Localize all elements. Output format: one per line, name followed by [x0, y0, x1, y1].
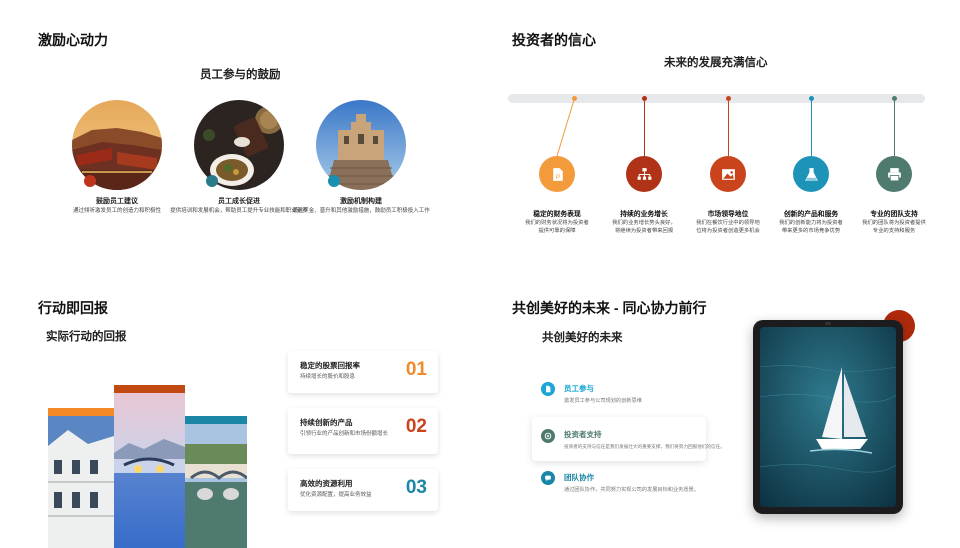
target-icon	[541, 429, 555, 443]
section-subtitle: 未来的发展充满信心	[664, 57, 768, 69]
future-section: 共创美好的未来 - 同心协力前行 共创美好的未来 员工参与 激发员工参与公司规划…	[480, 274, 960, 548]
card-desc: 持续增长的股价和股息	[300, 374, 356, 380]
building-image	[48, 416, 114, 548]
future-item: 员工参与 激发员工参与公司规划的创新思维	[532, 377, 692, 409]
svg-text:P: P	[555, 173, 559, 180]
section-subtitle: 实际行动的回报	[46, 331, 127, 343]
item-desc: 通过奖金、晋升和其他激励措施，鼓励员工积极投入工作	[292, 208, 430, 214]
accent-dot	[206, 175, 218, 187]
orange-bar	[48, 408, 114, 416]
timeline-stem	[728, 101, 729, 156]
milestone-desc: 我们在餐饮行业中的领导地位将为投资者创造更多机会	[696, 220, 760, 235]
section-subtitle: 共创美好的未来	[542, 332, 623, 344]
milestone-desc: 我们的业务增长势头良好，将继续为投资者带来回报	[612, 220, 676, 235]
bridge-sunset-image	[114, 393, 185, 548]
incentive-section: 激励心动力 员工参与的鼓励 鼓励员工建议 通过倾听激发员工的创造力和积极性 员工…	[0, 0, 480, 274]
milestone-title: 稳定的财务表现	[533, 211, 581, 218]
section-title: 共创美好的未来 - 同心协力前行	[512, 300, 707, 316]
milestone-title: 市场领导地位	[707, 211, 749, 218]
section-subtitle: 员工参与的鼓励	[200, 69, 281, 81]
future-item: 投资者支持 投资者的支持与信任是我们发展壮大的重要支撑，我们将努力回报他们的信任…	[532, 417, 725, 461]
card-number: 02	[405, 416, 427, 437]
sailboat-image	[760, 327, 896, 507]
item-title: 员工参与	[564, 384, 594, 393]
red-bar	[114, 385, 185, 393]
section-title: 投资者的信心	[512, 32, 596, 48]
card-title: 稳定的股票回报率	[300, 361, 360, 370]
card-number: 03	[405, 477, 427, 498]
accent-dot	[328, 175, 340, 187]
action-section: 行动即回报 实际行动的回报 稳定的股票回报率 持续增长的股价和股息 01 持续创…	[0, 274, 480, 548]
return-card: 高效的资源利用 优化资源配置，提高业务效益 03	[288, 469, 438, 511]
flask-icon	[793, 156, 829, 192]
card-title: 持续创新的产品	[300, 418, 353, 427]
document-icon: P	[539, 156, 575, 192]
section-title: 激励心动力	[38, 32, 108, 48]
card-desc: 引领行业的产品创新和市场份额增长	[300, 431, 389, 437]
item-title: 鼓励员工建议	[96, 198, 138, 205]
card-number: 01	[405, 359, 427, 380]
return-card: 稳定的股票回报率 持续增长的股价和股息 01	[288, 351, 438, 393]
return-card: 持续创新的产品 引领行业的产品创新和市场份额增长 02	[288, 408, 438, 454]
card-desc: 优化资源配置，提高业务效益	[300, 492, 372, 498]
future-item: 团队协作 通过团队协作，共同努力实现公司的发展目标和业务愿景。	[532, 466, 702, 498]
item-title: 团队协作	[564, 473, 594, 482]
teal-bar	[185, 416, 247, 424]
milestone-desc: 我们的团队将为投资者提供专业的支持和服务	[862, 220, 926, 235]
image-icon	[710, 156, 746, 192]
canal-image	[185, 424, 247, 548]
milestone-title: 专业的团队支持	[870, 211, 918, 218]
milestone-title: 持续的业务增长	[620, 211, 668, 218]
accent-dot	[84, 175, 96, 187]
card-title: 高效的资源利用	[300, 479, 353, 488]
item-desc: 投资者的支持与信任是我们发展壮大的重要支撑，我们将努力回报他们的信任。	[564, 444, 725, 449]
section-title: 行动即回报	[38, 300, 108, 316]
item-desc: 提供培训和发展机会，帮助员工提升专业技能和职业素养	[170, 208, 308, 214]
milestone-desc: 我们的财务状况将为投资者提供可靠的保障	[525, 220, 589, 235]
item-title: 投资者支持	[564, 430, 602, 439]
item-title: 激励机制构建	[340, 198, 382, 205]
investor-section: 投资者的信心 未来的发展充满信心 P 稳定的财务表现 我们的财务状况将为投资者提…	[480, 0, 960, 274]
timeline-stem	[644, 101, 645, 156]
timeline-stem	[811, 101, 812, 156]
camera-notch	[825, 322, 831, 325]
printer-icon	[876, 156, 912, 192]
item-desc: 通过团队协作，共同努力实现公司的发展目标和业务愿景。	[564, 487, 699, 493]
milestone-title: 创新的产品和服务	[783, 211, 839, 218]
item-desc: 激发员工参与公司规划的创新思维	[564, 398, 642, 404]
milestone-desc: 我们的创新能力将为投资者带来更多的市场竞争优势	[779, 220, 843, 235]
item-desc: 通过倾听激发员工的创造力和积极性	[72, 208, 161, 214]
tablet-device	[753, 320, 903, 514]
chat-icon	[541, 471, 555, 485]
timeline-stem	[894, 101, 895, 156]
org-chart-icon	[626, 156, 662, 192]
document-icon	[541, 382, 555, 396]
item-title: 员工成长促进	[218, 198, 260, 205]
